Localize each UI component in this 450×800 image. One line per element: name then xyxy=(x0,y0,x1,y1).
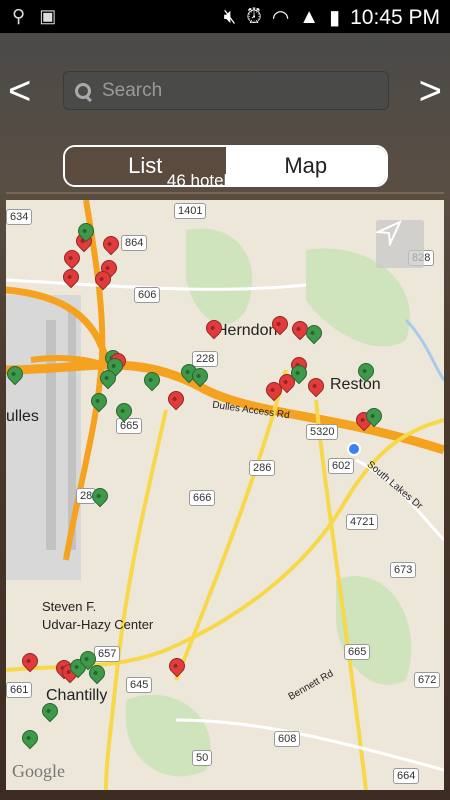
route-label: 664 xyxy=(393,768,420,784)
forward-arrow-icon[interactable]: > xyxy=(419,71,442,111)
google-attribution: Google xyxy=(12,761,65,781)
route-label: 634 xyxy=(6,209,33,225)
search-bar[interactable] xyxy=(63,71,389,110)
route-label: 5320 xyxy=(306,424,339,440)
route-label: 608 xyxy=(274,731,301,747)
status-left-icons: ⚲ ▣ xyxy=(12,6,70,27)
sim-icon: ▣ xyxy=(39,6,57,26)
landmark-line2: Udvar-Hazy Center xyxy=(42,617,154,632)
app-panel: < > List Map 46 hotels found xyxy=(0,33,450,800)
route-label: 50 xyxy=(192,750,213,766)
navigation-arrow-icon xyxy=(376,220,402,246)
search-input[interactable] xyxy=(100,78,364,103)
route-label: 666 xyxy=(189,490,216,506)
battery-icon: ▮ xyxy=(329,7,341,29)
town-herndon: Herndon xyxy=(216,322,278,339)
route-label: 645 xyxy=(126,677,153,693)
route-label: 665 xyxy=(344,644,371,660)
usb-icon: ⚲ xyxy=(12,6,26,26)
route-label: 1401 xyxy=(174,203,207,219)
town-chantilly: Chantilly xyxy=(46,687,108,704)
route-label: 864 xyxy=(121,235,148,251)
mute-icon: 🔇︎ xyxy=(223,6,237,28)
route-label: 673 xyxy=(390,562,417,578)
alarm-icon: ⏰︎ xyxy=(246,6,262,28)
signal-icon: ▲ xyxy=(299,6,320,28)
my-location-button[interactable] xyxy=(376,220,424,268)
divider xyxy=(6,192,444,194)
back-arrow-icon[interactable]: < xyxy=(8,71,31,111)
route-label: 602 xyxy=(328,458,355,474)
wifi-icon: ◠ xyxy=(271,7,290,29)
town-dulles: ulles xyxy=(6,408,39,425)
results-count: 46 hotels found xyxy=(166,171,284,190)
route-label: 228 xyxy=(192,351,219,367)
route-label: 657 xyxy=(94,646,121,662)
status-time: 10:45 PM xyxy=(350,5,440,29)
route-label: 286 xyxy=(249,460,276,476)
route-label: 606 xyxy=(134,287,161,303)
route-label: 4721 xyxy=(346,514,379,530)
search-icon xyxy=(74,82,92,100)
map-view[interactable]: 1401 634 864 606 228 665 28 666 286 5320… xyxy=(6,200,444,790)
status-bar: ⚲ ▣ 🔇︎ ⏰︎ ◠ ▲ ▮ 10:45 PM xyxy=(0,0,450,33)
route-label: 672 xyxy=(414,672,441,688)
town-reston: Reston xyxy=(330,376,381,393)
landmark-line1: Steven F. xyxy=(42,599,97,614)
status-right: 🔇︎ ⏰︎ ◠ ▲ ▮ 10:45 PM xyxy=(224,5,440,30)
route-label: 665 xyxy=(116,418,143,434)
route-label: 661 xyxy=(6,682,33,698)
